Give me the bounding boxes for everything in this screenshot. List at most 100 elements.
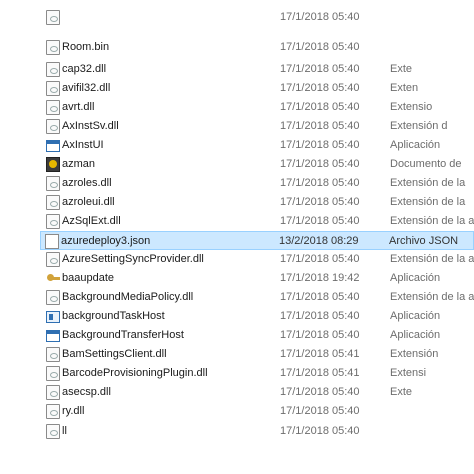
file-name: avifil32.dll: [62, 82, 111, 94]
file-date-modified: 17/1/2018 05:40: [280, 158, 360, 170]
file-row[interactable]: AzureSettingSyncProvider.dll 17/1/2018 05…: [42, 250, 474, 269]
file-name: azman: [62, 158, 96, 170]
dll-icon: [46, 290, 60, 305]
file-name: Room.bin: [62, 41, 110, 53]
file-name: AzureSettingSyncProvider.dll: [62, 253, 204, 265]
file-row[interactable]: ry.dll 17/1/2018 05:40: [42, 402, 474, 421]
file-type: Extensión de la: [390, 177, 466, 189]
file-row[interactable]: BarcodeProvisioningPlugin.dll 17/1/2018 0…: [42, 364, 474, 383]
dll-icon: [46, 347, 60, 362]
file-name: cap32.dll: [62, 63, 107, 75]
keys-icon: [46, 271, 60, 286]
file-date-modified: 17/1/2018 05:40: [280, 120, 360, 132]
file-date-modified: 17/1/2018 05:40: [280, 329, 360, 341]
file-name: asecsp.dll: [62, 386, 111, 398]
file-type: Extensión de la a: [390, 291, 474, 303]
file-row[interactable]: azroles.dll 17/1/2018 05:40 Extensión de l…: [42, 174, 474, 193]
management-console-icon: [46, 157, 60, 172]
file-type: Extensión d: [390, 120, 448, 132]
file-date-modified: 17/1/2018 05:40: [280, 253, 360, 265]
dll-icon: [46, 81, 60, 96]
file-name: azroleui.dll: [62, 196, 115, 208]
file-row[interactable]: 17/1/2018 05:40: [42, 8, 474, 27]
dll-icon: [46, 62, 60, 77]
file-type: Documento de: [390, 158, 462, 170]
dll-icon: [46, 100, 60, 115]
application-icon: [46, 311, 60, 323]
file-row[interactable]: AzSqlExt.dll 17/1/2018 05:40 Extensión de …: [42, 212, 474, 231]
file-type: Exte: [390, 386, 413, 398]
dll-icon: [46, 195, 60, 210]
file-row[interactable]: BackgroundTransferHost 17/1/2018 05:40 Apl…: [42, 326, 474, 345]
file-type: Aplicación: [390, 329, 441, 341]
dll-icon: [46, 424, 60, 439]
file-name: ll: [62, 425, 67, 437]
file-row[interactable]: backgroundTaskHost 17/1/2018 05:40 Aplicac…: [42, 307, 474, 326]
file-date-modified: 17/1/2018 05:40: [280, 139, 360, 151]
dll-icon: [46, 366, 60, 381]
file-row[interactable]: BamSettingsClient.dll 17/1/2018 05:41 Exte…: [42, 345, 474, 364]
file-type: Aplicación: [390, 139, 441, 151]
file-date-modified: 17/1/2018 05:40: [280, 215, 360, 227]
file-date-modified: 17/1/2018 05:41: [280, 367, 360, 379]
file-date-modified: 17/1/2018 05:41: [280, 348, 360, 360]
file-name: BackgroundTransferHost: [62, 329, 184, 341]
file-type: Extensión: [390, 348, 439, 360]
file-row[interactable]: azuredeploy3.json 13/2/2018 08:29 Archivo …: [40, 231, 474, 250]
file-row[interactable]: AxInstSv.dll 17/1/2018 05:40 Extensión d: [42, 117, 474, 136]
file-date-modified: 17/1/2018 05:40: [280, 63, 360, 75]
file-row[interactable]: AxInstUI 17/1/2018 05:40 Aplicación: [42, 136, 474, 155]
file-date-modified: 17/1/2018 05:40: [280, 291, 360, 303]
file-type: Exte: [390, 63, 413, 75]
file-date-modified: 17/1/2018 05:40: [280, 310, 360, 322]
file-date-modified: 17/1/2018 05:40: [280, 196, 360, 208]
dll-icon: [46, 10, 60, 25]
file-name: baaupdate: [62, 272, 114, 284]
file-name: BarcodeProvisioningPlugin.dll: [62, 367, 208, 379]
file-row[interactable]: cap32.dll 17/1/2018 05:40 Exte: [42, 60, 474, 79]
file-row[interactable]: azroleui.dll 17/1/2018 05:40 Extensión de …: [42, 193, 474, 212]
file-name: ry.dll: [62, 405, 85, 417]
dll-icon: [46, 385, 60, 400]
file-name: BackgroundMediaPolicy.dll: [62, 291, 194, 303]
file-row[interactable]: asecsp.dll 17/1/2018 05:40 Exte: [42, 383, 474, 402]
file-type: Aplicación: [390, 310, 441, 322]
file-row[interactable]: azman 17/1/2018 05:40 Documento de: [42, 155, 474, 174]
file-type: Aplicación: [390, 272, 441, 284]
file-date-modified: 17/1/2018 05:40: [280, 101, 360, 113]
file-row[interactable]: Room.bin 17/1/2018 05:40: [42, 38, 474, 57]
file-row[interactable]: BackgroundMediaPolicy.dll 17/1/2018 05:40…: [42, 288, 474, 307]
file-row[interactable]: avrt.dll 17/1/2018 05:40 Extensio: [42, 98, 474, 117]
file-type: Exten: [390, 82, 419, 94]
dll-icon: [46, 119, 60, 134]
file-row[interactable]: avifil32.dll 17/1/2018 05:40 Exten: [42, 79, 474, 98]
file-row[interactable]: baaupdate 17/1/2018 19:42 Aplicación: [42, 269, 474, 288]
file-name: avrt.dll: [62, 101, 95, 113]
dll-icon: [46, 404, 60, 419]
file-type: Extensi: [390, 367, 427, 379]
file-date-modified: 17/1/2018 05:40: [280, 386, 360, 398]
file-name: AzSqlExt.dll: [62, 215, 121, 227]
file-name: azroles.dll: [62, 177, 112, 189]
dll-icon: [46, 252, 60, 267]
file-name: AxInstSv.dll: [62, 120, 119, 132]
file-type: Extensión de la a: [390, 215, 474, 227]
file-name: AxInstUI: [62, 139, 104, 151]
file-type: Extensión de la: [390, 196, 466, 208]
dll-icon: [46, 214, 60, 229]
file-date-modified: 17/1/2018 05:40: [280, 405, 360, 417]
dll-icon: [46, 176, 60, 191]
file-type: Extensión de la a: [390, 253, 474, 265]
dll-icon: [46, 40, 60, 55]
file-type: Extensio: [390, 101, 433, 113]
file-name: BamSettingsClient.dll: [62, 348, 167, 360]
file-date-modified: 13/2/2018 08:29: [279, 235, 359, 247]
file-row[interactable]: ll 17/1/2018 05:40: [42, 422, 474, 441]
file-name: azuredeploy3.json: [61, 235, 151, 247]
application-icon: [46, 140, 60, 152]
application-icon: [46, 330, 60, 342]
file-name: backgroundTaskHost: [62, 310, 165, 322]
file-date-modified: 17/1/2018 05:40: [280, 11, 360, 23]
file-date-modified: 17/1/2018 05:40: [280, 82, 360, 94]
file-date-modified: 17/1/2018 05:40: [280, 41, 360, 53]
